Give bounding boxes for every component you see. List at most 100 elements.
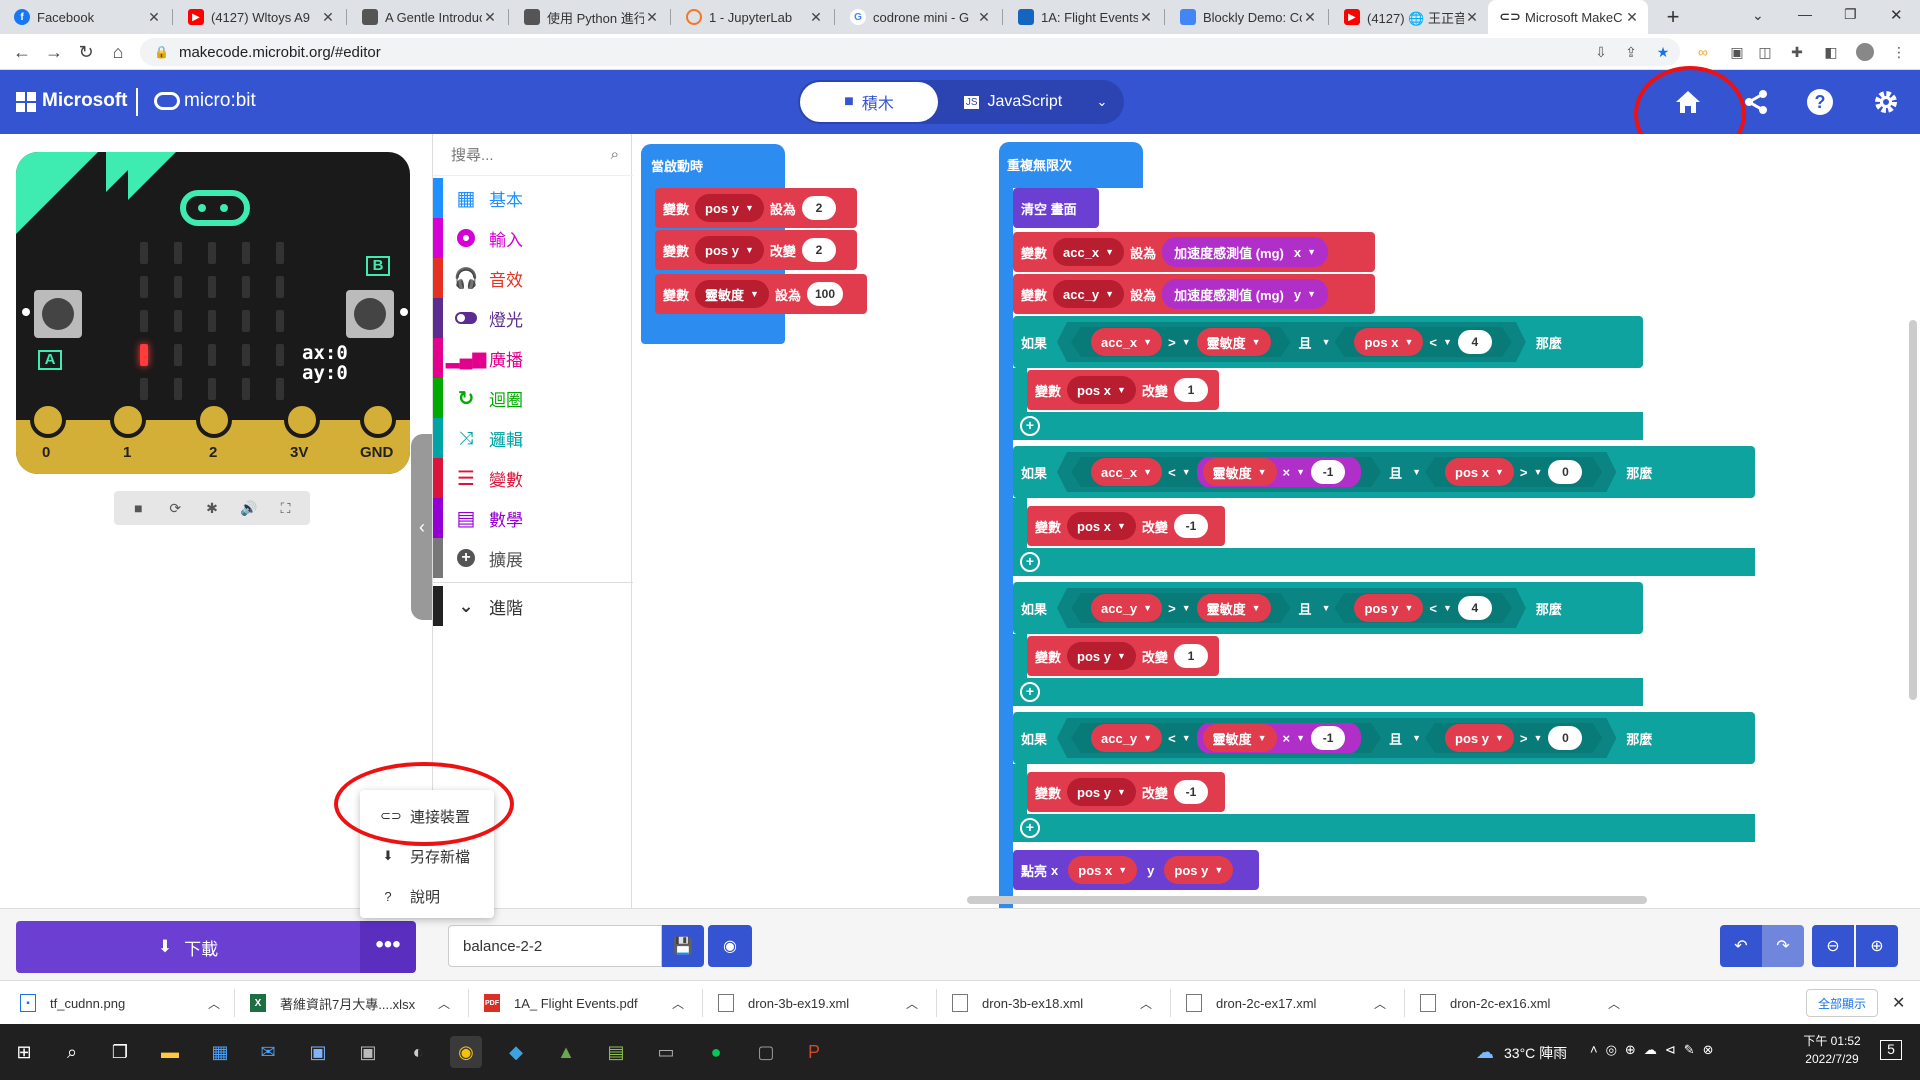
category-music[interactable]: 🎧 音效	[433, 258, 633, 298]
add-else-icon[interactable]: +	[1020, 552, 1040, 572]
compare-condition[interactable]: pos x ▼ < ▼ 4	[1334, 327, 1511, 357]
change-variable-block[interactable]: 變數 pos y ▼ 改變 2	[655, 230, 857, 270]
more-options-button[interactable]: •••	[360, 921, 416, 973]
chevron-down-icon[interactable]: ⌄	[1084, 82, 1120, 122]
acceleration-reporter[interactable]: 加速度感測值 (mg) x ▼	[1162, 237, 1329, 267]
button-a[interactable]	[34, 290, 82, 338]
compare-condition[interactable]: acc_y ▼ < ▼ 靈敏度 ▼ × ▼ -1	[1071, 723, 1381, 753]
reload-icon[interactable]: ↻	[74, 40, 98, 64]
tray-icons[interactable]: ˄◎⊕☁⊲✎⊗	[1590, 1042, 1722, 1058]
category-input[interactable]: 輸入	[433, 218, 633, 258]
chevron-up-icon[interactable]: ︿	[906, 995, 918, 1012]
clock-date[interactable]: 2022/7/29	[1800, 1052, 1864, 1066]
app-icon[interactable]: ◐	[402, 1036, 434, 1068]
close-tab-icon[interactable]: ✕	[644, 9, 660, 26]
category-radio[interactable]: ▂▄▆ 廣播	[433, 338, 633, 378]
close-tab-icon[interactable]: ✕	[482, 9, 498, 26]
if-block[interactable]: 如果 acc_x ▼ < ▼ 靈敏度 ▼ × ▼ -1 且 ▼ pos x ▼ > ▼ 0 那…	[1013, 446, 1755, 498]
pin-0[interactable]	[30, 402, 66, 438]
show-all-downloads-button[interactable]: 全部顯示	[1806, 989, 1878, 1017]
store-icon[interactable]: ▦	[204, 1036, 236, 1068]
bookmark-star-icon[interactable]: ★	[1654, 43, 1672, 61]
compare-condition[interactable]: acc_y ▼ > ▼ 靈敏度 ▼	[1071, 593, 1291, 623]
add-else-icon[interactable]: +	[1020, 682, 1040, 702]
terminal-icon[interactable]: ▭	[650, 1036, 682, 1068]
plot-block[interactable]: 點亮 x pos x ▼ y pos y ▼	[1013, 850, 1259, 890]
extensions-puzzle-icon[interactable]: ✚	[1788, 43, 1806, 61]
debug-bug-icon[interactable]: ✱	[198, 496, 226, 520]
add-else-icon[interactable]: +	[1020, 818, 1040, 838]
compare-condition[interactable]: pos y ▼ > ▼ 0	[1425, 723, 1602, 753]
close-tab-icon[interactable]: ✕	[320, 9, 336, 26]
variable-reporter[interactable]: 靈敏度 ▼	[1197, 328, 1271, 356]
if-block[interactable]: 如果 acc_y ▼ > ▼ 靈敏度 ▼ 且 ▼ pos y ▼ < ▼ 4 那麼	[1013, 582, 1643, 634]
undo-button[interactable]: ↶	[1720, 925, 1762, 967]
if-block[interactable]: 如果 acc_y ▼ < ▼ 靈敏度 ▼ × ▼ -1 且 ▼ pos y ▼ > ▼ 0 那…	[1013, 712, 1755, 764]
variable-reporter[interactable]: pos y ▼	[1354, 594, 1423, 622]
pin-gnd[interactable]	[360, 402, 396, 438]
download-item[interactable]: ▪ tf_cudnn.png ︿	[20, 981, 220, 1025]
chevron-up-icon[interactable]: ︿	[1140, 995, 1152, 1012]
change-variable-block[interactable]: 變數 pos y ▼ 改變 -1	[1027, 772, 1225, 812]
pin-2[interactable]	[196, 402, 232, 438]
variable-reporter[interactable]: pos x ▼	[1068, 856, 1138, 884]
variable-dropdown[interactable]: pos y ▼	[695, 194, 764, 222]
change-variable-block[interactable]: 變數 pos x ▼ 改變 1	[1027, 370, 1219, 410]
variable-reporter[interactable]: acc_x ▼	[1091, 328, 1162, 356]
clock-time[interactable]: 下午 01:52	[1800, 1032, 1864, 1049]
tab-javascript[interactable]: JS JavaScript	[948, 82, 1078, 122]
home-nav-icon[interactable]: ⌂	[106, 40, 130, 64]
variable-dropdown[interactable]: pos y ▼	[1067, 778, 1136, 806]
chevron-up-icon[interactable]: ︿	[208, 995, 220, 1012]
fullscreen-icon[interactable]: ⛶	[272, 496, 300, 520]
network-app-icon[interactable]: ▣	[302, 1036, 334, 1068]
category-loops[interactable]: ↻ 迴圈	[433, 378, 633, 418]
task-view-icon[interactable]: ❐	[104, 1036, 136, 1068]
close-tab-icon[interactable]: ✕	[1624, 9, 1640, 26]
variable-dropdown[interactable]: pos x ▼	[1067, 376, 1136, 404]
browser-tab[interactable]: Blockly Demo: Co ✕	[1166, 0, 1326, 34]
vertical-scrollbar[interactable]	[1909, 320, 1917, 700]
clear-screen-block[interactable]: 清空 畫面	[1013, 188, 1099, 228]
url-field[interactable]: 🔒 makecode.microbit.org/#editor	[140, 38, 1680, 66]
chevron-up-icon[interactable]: ︿	[438, 995, 450, 1012]
number-input[interactable]: 2	[801, 196, 836, 220]
variable-reporter[interactable]: pos x ▼	[1445, 458, 1514, 486]
chevron-up-icon[interactable]: ︿	[1374, 995, 1386, 1012]
download-item[interactable]: dron-2c-ex16.xml ︿	[1420, 981, 1620, 1025]
vscode-icon[interactable]: ◆	[500, 1036, 532, 1068]
redo-button[interactable]: ↷	[1762, 925, 1804, 967]
notification-center-icon[interactable]: 5	[1880, 1040, 1902, 1060]
powerpoint-icon[interactable]: P	[798, 1036, 830, 1068]
and-condition[interactable]: acc_y ▼ > ▼ 靈敏度 ▼ 且 ▼ pos y ▼ < ▼ 4	[1057, 588, 1526, 628]
variable-reporter[interactable]: 靈敏度 ▼	[1203, 724, 1277, 752]
and-condition[interactable]: acc_x ▼ > ▼ 靈敏度 ▼ 且 ▼ pos x ▼ < ▼ 4	[1057, 322, 1526, 362]
compare-condition[interactable]: acc_x ▼ < ▼ 靈敏度 ▼ × ▼ -1	[1071, 457, 1381, 487]
app-icon[interactable]: ▲	[550, 1036, 582, 1068]
pin-1[interactable]	[110, 402, 146, 438]
back-icon[interactable]: ←	[10, 40, 34, 64]
minimize-icon[interactable]: —	[1798, 6, 1812, 22]
help-icon[interactable]: ?	[1800, 82, 1840, 122]
variable-reporter[interactable]: acc_y ▼	[1091, 724, 1162, 752]
button-b[interactable]	[346, 290, 394, 338]
browser-tab[interactable]: f Facebook ✕	[0, 0, 170, 34]
github-button[interactable]: ◉	[708, 925, 752, 967]
browser-tab[interactable]: 1A: Flight Events ✕	[1004, 0, 1162, 34]
file-explorer-icon[interactable]: ▬	[154, 1036, 186, 1068]
microbit-simulator[interactable]: A B ax:0 ay:0 0 1 2 3V GND	[16, 152, 410, 474]
variable-dropdown[interactable]: pos x ▼	[1067, 512, 1136, 540]
window-close-icon[interactable]: ✕	[1890, 6, 1903, 24]
category-logic[interactable]: ⤨ 邏輯	[433, 418, 633, 458]
browser-tab[interactable]: ▶ (4127) 🌐 王正音 ✕	[1330, 0, 1488, 34]
number-input[interactable]: 100	[806, 282, 843, 306]
change-variable-block[interactable]: 變數 pos x ▼ 改變 -1	[1027, 506, 1225, 546]
variable-dropdown[interactable]: acc_x ▼	[1053, 238, 1125, 266]
variable-reporter[interactable]: pos x ▼	[1354, 328, 1423, 356]
acceleration-reporter[interactable]: 加速度感測值 (mg) y ▼	[1162, 279, 1329, 309]
download-item[interactable]: PDF 1A_ Flight Events.pdf ︿	[484, 981, 684, 1025]
multiply-reporter[interactable]: 靈敏度 ▼ × ▼ -1	[1197, 456, 1361, 488]
download-item[interactable]: dron-2c-ex17.xml ︿	[1186, 981, 1386, 1025]
variable-dropdown[interactable]: pos y ▼	[1067, 642, 1136, 670]
and-condition[interactable]: acc_x ▼ < ▼ 靈敏度 ▼ × ▼ -1 且 ▼ pos x ▼ > ▼ 0	[1057, 452, 1616, 492]
